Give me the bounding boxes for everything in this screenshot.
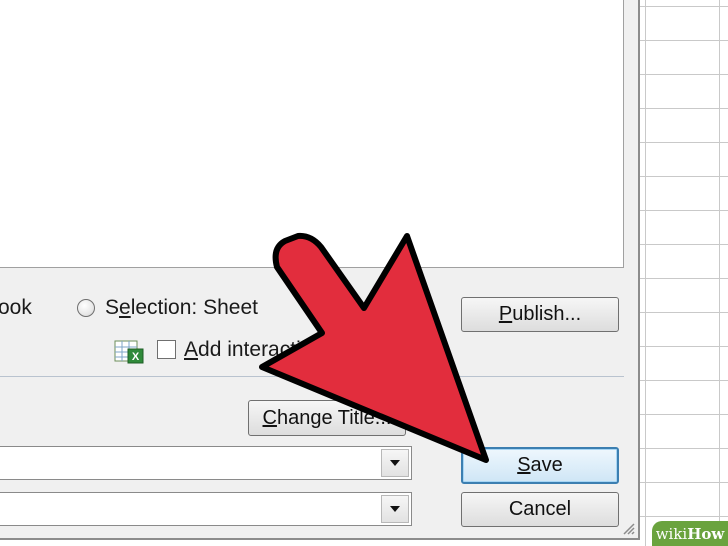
- add-interactivity-accel: A: [184, 338, 199, 361]
- selection-sheet-radio[interactable]: [77, 299, 95, 317]
- add-interactivity-checkbox[interactable]: [157, 340, 176, 359]
- save-as-web-page-dialog: ook Selection: Sheet X Add interactivity…: [0, 0, 640, 540]
- cancel-button[interactable]: Cancel: [461, 492, 619, 527]
- save-accel: S: [517, 454, 531, 476]
- save-button[interactable]: Save: [461, 447, 619, 484]
- save-rest: ave: [530, 454, 563, 476]
- wikihow-wiki-text: wiki: [655, 524, 688, 543]
- selection-sheet-label[interactable]: Selection: Sheet: [105, 296, 258, 320]
- entire-workbook-label[interactable]: ook: [0, 296, 32, 320]
- dropdown-arrow-icon: [390, 506, 400, 512]
- resize-grip-icon[interactable]: [620, 520, 636, 536]
- dropdown-arrow-icon: [390, 460, 400, 466]
- selection-prefix: S: [105, 296, 120, 319]
- publish-button[interactable]: Publish...: [461, 297, 619, 332]
- selection-accel: e: [119, 296, 131, 319]
- change-title-button[interactable]: Change Title...: [248, 400, 406, 436]
- dialog-separator: [0, 376, 624, 377]
- add-interactivity-label[interactable]: Add interactivity: [184, 338, 332, 362]
- spreadsheet-grid-background: [636, 0, 728, 546]
- save-as-type-dropdown-button[interactable]: [381, 495, 409, 523]
- file-name-combo[interactable]: [0, 446, 412, 480]
- add-interactivity-rest: dd interactivity: [198, 338, 333, 361]
- wikihow-how-text: How: [687, 524, 725, 543]
- svg-text:X: X: [132, 351, 140, 363]
- excel-sheet-icon: X: [114, 340, 144, 364]
- selection-suffix: lection: Sheet: [130, 296, 258, 319]
- change-title-accel: C: [262, 406, 277, 429]
- save-as-type-combo[interactable]: [0, 492, 412, 526]
- file-list-pane[interactable]: [0, 0, 624, 268]
- change-title-rest: hange Title...: [276, 406, 392, 429]
- wikihow-watermark: wiki How: [652, 521, 728, 546]
- publish-accel: P: [498, 303, 513, 325]
- file-name-dropdown-button[interactable]: [381, 449, 409, 477]
- publish-rest: ublish...: [512, 303, 582, 325]
